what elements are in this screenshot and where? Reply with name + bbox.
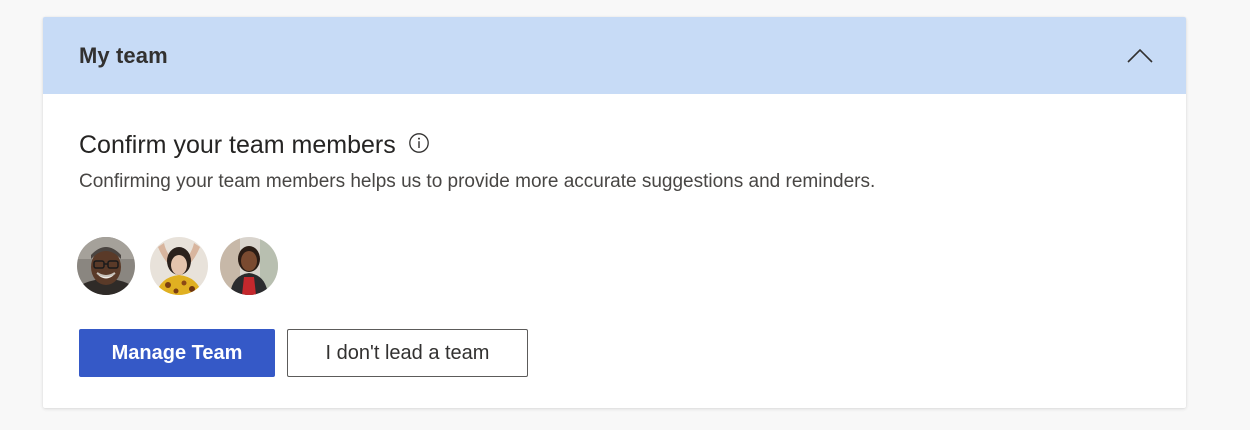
action-buttons: Manage Team I don't lead a team	[79, 329, 1150, 377]
info-icon[interactable]	[408, 132, 430, 154]
chevron-up-icon	[1127, 48, 1153, 63]
section-heading: Confirm your team members	[79, 128, 1150, 162]
avatar[interactable]	[76, 236, 136, 296]
no-team-button[interactable]: I don't lead a team	[287, 329, 528, 377]
avatar[interactable]	[219, 236, 279, 296]
manage-team-button[interactable]: Manage Team	[79, 329, 275, 377]
team-avatars	[76, 235, 1150, 297]
card-body: Confirm your team members Confirming you…	[43, 94, 1186, 377]
section-title: Confirm your team members	[79, 130, 396, 159]
section-description: Confirming your team members helps us to…	[79, 171, 876, 192]
card-header[interactable]: My team	[43, 17, 1186, 94]
my-team-card: My team Confirm your team members Confir…	[43, 17, 1186, 408]
avatar[interactable]	[149, 236, 209, 296]
collapse-button[interactable]	[1118, 34, 1162, 78]
card-title: My team	[79, 42, 168, 68]
